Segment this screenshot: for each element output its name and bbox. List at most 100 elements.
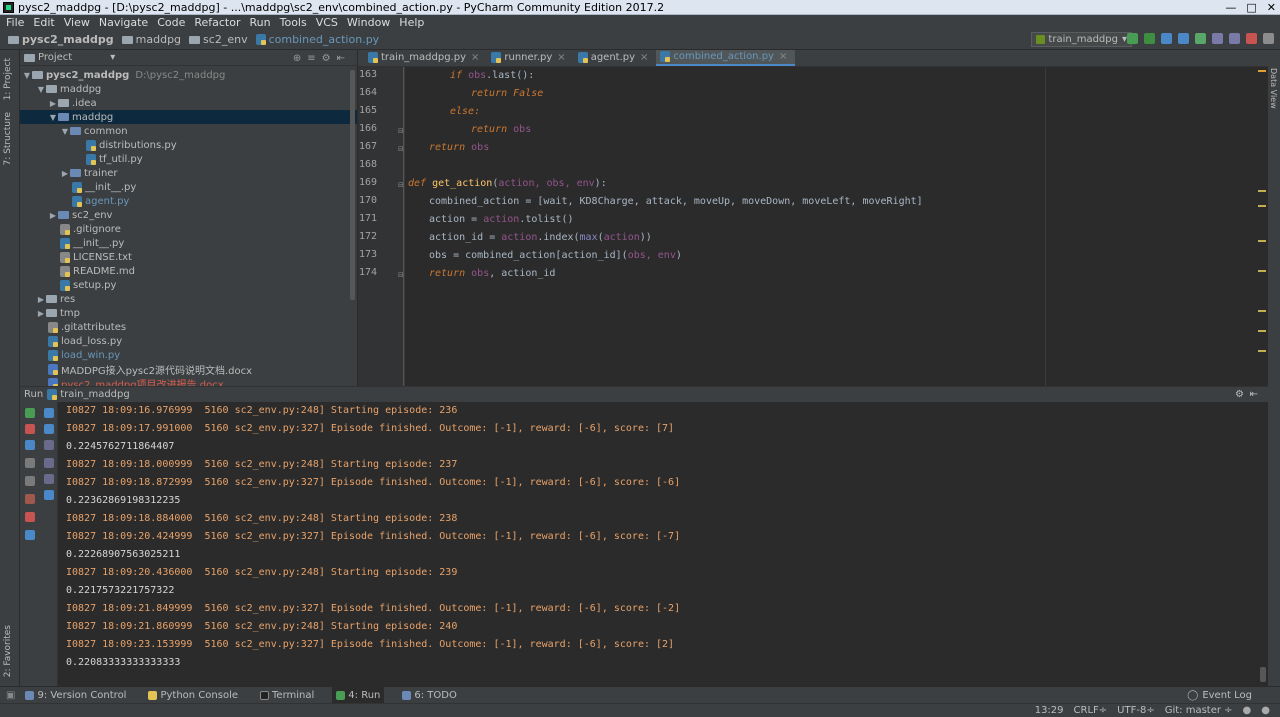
expand-arrow-icon[interactable]: ▶: [48, 211, 58, 220]
arrow-up-icon[interactable]: [44, 408, 54, 418]
expand-arrow-icon[interactable]: ▼: [22, 71, 32, 80]
tree-item[interactable]: LICENSE.txt: [20, 250, 357, 264]
favorites-tool-tab[interactable]: 2: Favorites: [3, 625, 13, 677]
gear-icon[interactable]: ⚙: [1235, 389, 1244, 400]
expand-arrow-icon[interactable]: ▼: [60, 127, 70, 136]
code-view[interactable]: if obs.last(): return False else: return…: [408, 67, 1248, 386]
tab-python-console[interactable]: Python Console: [144, 687, 242, 703]
vcs-revert-icon[interactable]: [1229, 33, 1240, 44]
tree-item-selected[interactable]: ▼ maddpg: [20, 110, 357, 124]
stripe-mark[interactable]: [1258, 190, 1266, 192]
menu-code[interactable]: Code: [157, 16, 185, 29]
close-tab-icon[interactable]: ×: [640, 52, 648, 63]
stripe-mark[interactable]: [1258, 310, 1266, 312]
data-view-tool-tab[interactable]: Data View: [1269, 68, 1278, 109]
caret-position[interactable]: 13:29: [1035, 705, 1064, 716]
tab-train-maddpg[interactable]: train_maddpg.py ×: [364, 50, 487, 66]
expand-arrow-icon[interactable]: ▶: [36, 295, 46, 304]
close-icon[interactable]: ✕: [1267, 1, 1276, 14]
print-icon[interactable]: [44, 474, 54, 484]
menu-refactor[interactable]: Refactor: [194, 16, 240, 29]
expand-arrow-icon[interactable]: ▶: [36, 309, 46, 318]
tab-terminal[interactable]: Terminal: [256, 687, 318, 703]
coverage-icon[interactable]: [1161, 33, 1172, 44]
lock-icon[interactable]: ●: [1243, 705, 1252, 716]
close-tab-icon[interactable]: ×: [471, 52, 479, 63]
soft-wrap-icon[interactable]: [44, 440, 54, 450]
scroll-from-source-icon[interactable]: ⊕: [293, 53, 301, 64]
tool-window-toggle-icon[interactable]: ▣: [6, 690, 15, 701]
rerun-icon[interactable]: [25, 408, 35, 418]
breadcrumb-project[interactable]: pysc2_maddpg: [8, 33, 114, 46]
hide-icon[interactable]: ⇤: [337, 53, 345, 64]
tree-item[interactable]: ▼ maddpg: [20, 82, 357, 96]
close-tab-icon[interactable]: ×: [779, 51, 787, 62]
console-output[interactable]: I0827 18:09:16.976999 5160 sc2_env.py:24…: [66, 402, 1256, 687]
pin-icon[interactable]: [25, 494, 35, 504]
stop-icon[interactable]: [1246, 33, 1257, 44]
run-config-tab[interactable]: train_maddpg: [60, 389, 130, 400]
line-separator[interactable]: CRLF÷: [1074, 705, 1108, 716]
stripe-mark[interactable]: [1258, 240, 1266, 242]
pause-icon[interactable]: [25, 440, 35, 450]
tree-item[interactable]: __init__.py: [20, 180, 357, 194]
tab-event-log[interactable]: ◯ Event Log: [1183, 687, 1256, 703]
fold-marker-icon[interactable]: ⊟: [398, 145, 404, 153]
expand-arrow-icon[interactable]: ▼: [36, 85, 46, 94]
close-tab-icon[interactable]: ×: [557, 52, 565, 63]
tab-run[interactable]: 4: Run: [332, 687, 385, 703]
tree-item[interactable]: __init__.py: [20, 236, 357, 250]
menu-vcs[interactable]: VCS: [316, 16, 338, 29]
trash-icon[interactable]: [44, 490, 54, 500]
project-scrollbar[interactable]: [350, 70, 355, 300]
close-icon[interactable]: [25, 512, 35, 522]
tree-item[interactable]: load_loss.py: [20, 334, 357, 348]
menu-view[interactable]: View: [64, 16, 90, 29]
tree-item[interactable]: tf_util.py: [20, 152, 357, 166]
expand-arrow-icon[interactable]: ▶: [48, 99, 58, 108]
search-everywhere-icon[interactable]: [1263, 33, 1274, 44]
tree-item[interactable]: pysc2_maddpg项目改进报告.docx: [20, 376, 357, 386]
inspector-icon[interactable]: ●: [1261, 705, 1270, 716]
menu-window[interactable]: Window: [347, 16, 390, 29]
dump-threads-icon[interactable]: [25, 458, 35, 468]
stripe-mark[interactable]: [1258, 350, 1266, 352]
tree-item[interactable]: .gitattributes: [20, 320, 357, 334]
expand-arrow-icon[interactable]: ▶: [60, 169, 70, 178]
git-branch[interactable]: Git: master ÷: [1165, 705, 1233, 716]
menu-navigate[interactable]: Navigate: [99, 16, 148, 29]
stripe-mark[interactable]: [1258, 205, 1266, 207]
tab-todo[interactable]: 6: TODO: [398, 687, 460, 703]
fold-marker-icon[interactable]: ⊟: [398, 271, 404, 279]
structure-tool-tab[interactable]: 7: Structure: [3, 112, 13, 166]
tree-item[interactable]: agent.py: [20, 194, 357, 208]
tab-agent[interactable]: agent.py ×: [574, 50, 657, 66]
collapse-all-icon[interactable]: ≡: [307, 53, 315, 64]
menu-run[interactable]: Run: [250, 16, 271, 29]
tree-item[interactable]: setup.py: [20, 278, 357, 292]
tree-item[interactable]: .gitignore: [20, 222, 357, 236]
vcs-commit-icon[interactable]: [1195, 33, 1206, 44]
tree-item[interactable]: load_win.py: [20, 348, 357, 362]
minimize-icon[interactable]: —: [1225, 1, 1236, 14]
stripe-mark[interactable]: [1258, 70, 1266, 72]
tab-version-control[interactable]: 9: Version Control: [21, 687, 130, 703]
tab-runner[interactable]: runner.py ×: [487, 50, 573, 66]
menu-edit[interactable]: Edit: [33, 16, 54, 29]
console-scrollbar[interactable]: [1260, 667, 1266, 682]
tree-item[interactable]: distributions.py: [20, 138, 357, 152]
vcs-history-icon[interactable]: [1212, 33, 1223, 44]
breadcrumb-file[interactable]: combined_action.py: [255, 33, 379, 46]
run-config-select[interactable]: train_maddpg ▾: [1031, 32, 1132, 47]
project-tool-tab[interactable]: 1: Project: [3, 58, 13, 100]
scroll-to-end-icon[interactable]: [44, 458, 54, 468]
breadcrumb-sc2-env[interactable]: sc2_env: [189, 33, 248, 46]
tree-item[interactable]: ▼ pysc2_maddpg D:\pysc2_maddpg: [20, 68, 357, 82]
tree-item[interactable]: ▶ .idea: [20, 96, 357, 110]
hide-icon[interactable]: ⇤: [1250, 389, 1258, 400]
help-icon[interactable]: [25, 530, 35, 540]
vcs-update-icon[interactable]: [1178, 33, 1189, 44]
stop-icon[interactable]: [25, 424, 35, 434]
fold-marker-icon[interactable]: ⊟: [398, 127, 404, 135]
gear-icon[interactable]: ⚙: [322, 53, 331, 64]
